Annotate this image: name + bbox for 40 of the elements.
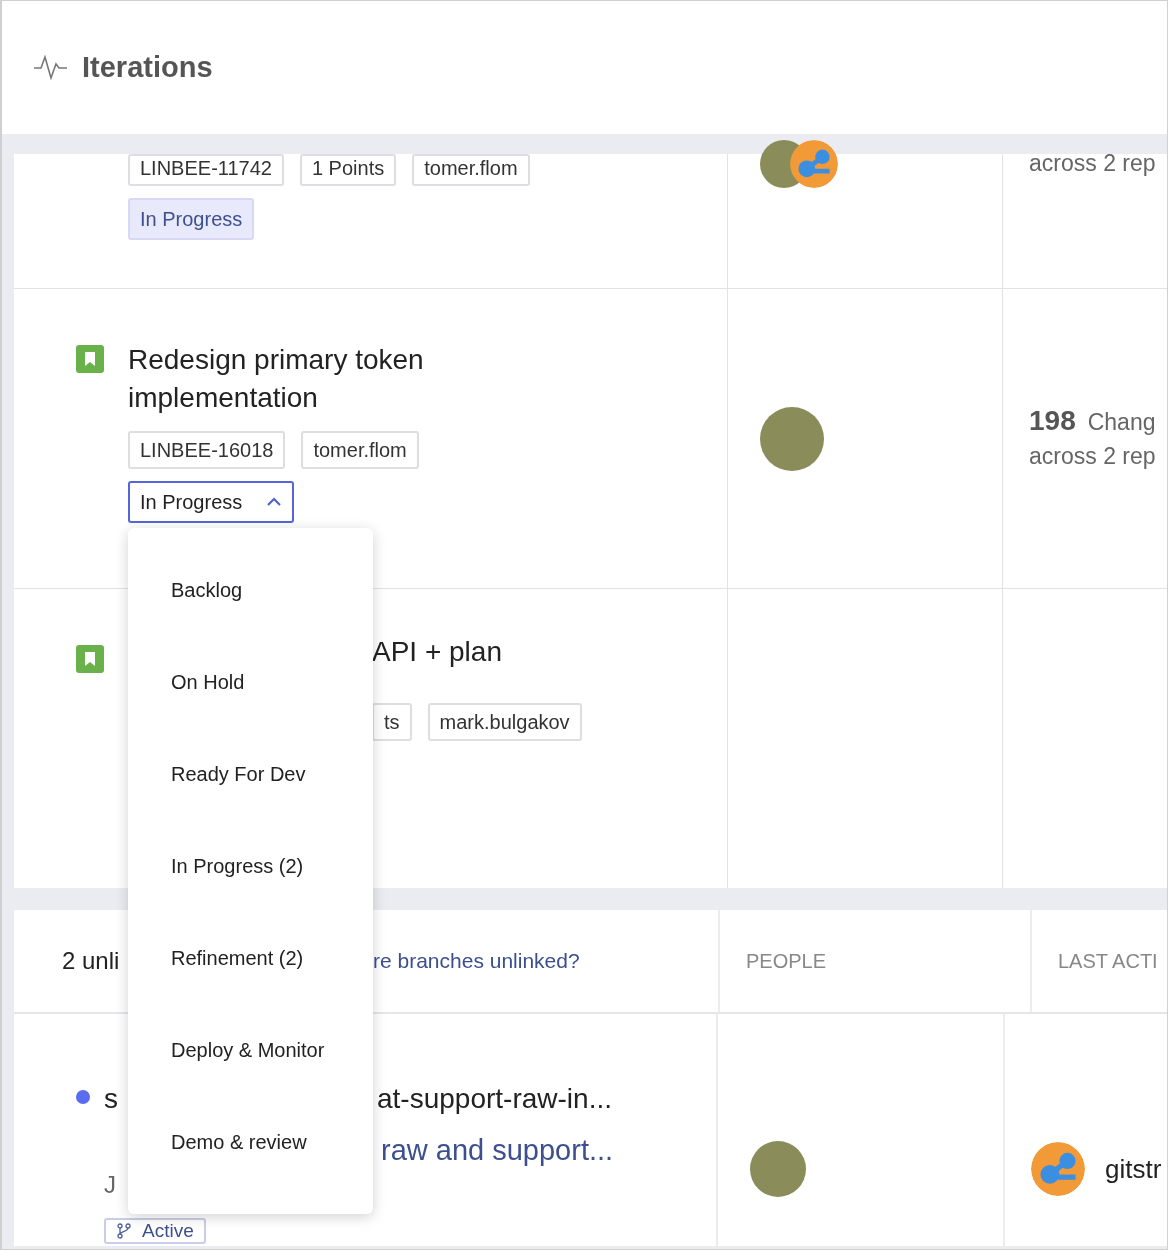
tag: LINBEE-11742 xyxy=(128,154,284,186)
menu-item[interactable]: Demo & review xyxy=(128,1102,373,1170)
tag: tomer.flom xyxy=(301,431,419,469)
column-header: LAST ACTI xyxy=(1058,949,1158,973)
repo-count: across 2 rep xyxy=(1029,154,1157,178)
status-dropdown[interactable]: In Progress xyxy=(128,198,255,240)
repo-count: across 2 rep xyxy=(1029,441,1157,471)
pr-title-link[interactable]: raw and support... xyxy=(381,1134,614,1166)
tag: mark.bulgakov xyxy=(427,703,582,741)
status-dropdown[interactable]: In Progress xyxy=(128,481,295,523)
logo-icon xyxy=(1031,1142,1085,1196)
caret-icon xyxy=(266,496,283,508)
author-name: gitstr xyxy=(1105,1153,1162,1185)
author-name: J xyxy=(104,1170,116,1200)
branch-icon xyxy=(116,1223,132,1239)
menu-item[interactable]: Deploy & Monitor xyxy=(128,1010,373,1078)
unlinked-count: 2 unli xyxy=(62,947,121,975)
page-title: Iterations xyxy=(82,51,213,84)
branch-state-tag: Active xyxy=(104,1218,206,1244)
branch-name: s xyxy=(104,1082,119,1116)
tag: tomer.flom xyxy=(412,154,530,186)
item-title: API + plan xyxy=(372,635,503,669)
change-count: 198 xyxy=(1029,404,1076,437)
column-header: PEOPLE xyxy=(746,949,827,973)
photo-placeholder xyxy=(750,1141,806,1197)
changes-label: Chang xyxy=(1087,407,1156,437)
bookmark-icon xyxy=(76,645,104,673)
logo-icon xyxy=(790,140,838,188)
menu-item[interactable]: In Progress (2) xyxy=(128,826,373,894)
help-link[interactable]: re branches unlinked? xyxy=(373,949,580,973)
activity-icon xyxy=(33,54,68,81)
menu-item[interactable]: Ready For Dev xyxy=(128,734,373,802)
branch-name: at-support-raw-in... xyxy=(377,1082,612,1116)
tag: 1 Points xyxy=(299,154,397,186)
menu-item[interactable]: Refinement (2) xyxy=(128,918,373,986)
menu-item[interactable]: Backlog xyxy=(128,550,373,618)
item-title: Redesign primary token implementation xyxy=(128,343,425,415)
bookmark-icon xyxy=(76,345,104,373)
menu-item[interactable]: On Hold xyxy=(128,642,373,710)
tag: LINBEE-16018 xyxy=(128,431,286,469)
